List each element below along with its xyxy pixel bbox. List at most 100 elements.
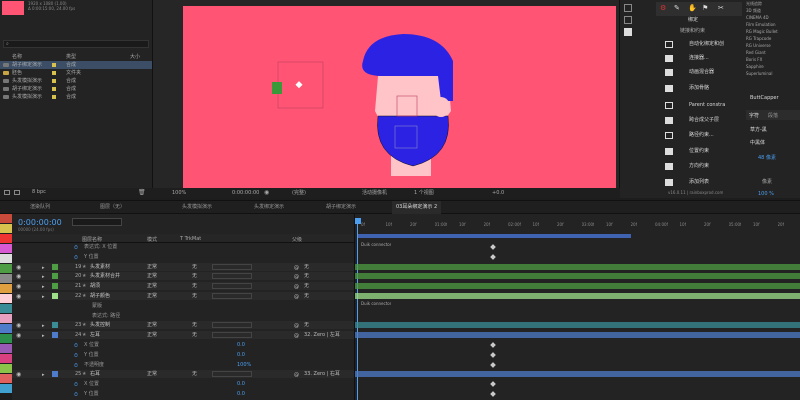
effect-item[interactable]: Superluminal [746, 70, 800, 77]
bone-icon[interactable]: ✎ [674, 4, 680, 12]
pickwhip-icon[interactable]: @ [294, 273, 299, 281]
pickwhip-icon[interactable]: @ [294, 371, 299, 379]
run-icon[interactable]: ⚑ [702, 4, 708, 12]
layer-row[interactable]: ◉ ▸ 21 ★ 胡须 正常 无 @ 无 [12, 282, 354, 291]
pickwhip-icon[interactable]: @ [294, 322, 299, 330]
switches[interactable] [212, 273, 252, 280]
label-swatch[interactable] [0, 294, 12, 303]
eye-icon[interactable]: ◉ [16, 293, 21, 301]
label-swatch[interactable] [0, 364, 12, 373]
label-swatch[interactable] [0, 254, 12, 263]
effect-item[interactable]: RG Magic Bullet [746, 28, 800, 35]
font-size-field[interactable]: 48 像素 [758, 154, 776, 161]
font-style-select[interactable]: 中黑体 [750, 139, 765, 146]
views-select[interactable]: 1 个视图 [414, 188, 434, 198]
label-swatch[interactable] [0, 274, 12, 283]
layer-name[interactable]: 右耳 [90, 370, 100, 378]
resolution-select[interactable]: (完整) [292, 188, 306, 198]
project-search-input[interactable]: ⌕ [3, 40, 149, 48]
layer-duration-bar[interactable] [355, 322, 800, 329]
sub-property-row[interactable]: 蒙版 [12, 302, 354, 310]
tab-render-queue[interactable]: 渲染队列 [30, 201, 50, 214]
layer-search-input[interactable] [72, 218, 122, 226]
timeline-graph[interactable]: 0f 10f 20f 01:00f 10f 20f 02:00f 10f 20f 03:00f 10… [354, 214, 800, 400]
layer-row[interactable]: ◉ ▸ 22 ★ 胡子颜色 正常 无 @ 无 [12, 292, 354, 300]
menu-auto-rig[interactable]: 自动化绑定和创 [665, 38, 745, 51]
tab-hair-rig[interactable]: 头发绑定演示 [254, 201, 284, 214]
expand-arrow-icon[interactable]: ▸ [42, 322, 45, 330]
switches[interactable] [212, 371, 252, 378]
scale-field[interactable]: 100 % [758, 191, 774, 197]
pickwhip-icon[interactable]: @ [294, 264, 299, 272]
stopwatch-icon[interactable]: ⏱ [74, 391, 78, 399]
project-item[interactable]: 胡子绑定演示 合成 [0, 85, 152, 93]
cut-icon[interactable]: ✂ [718, 4, 724, 12]
label-swatch[interactable] [0, 264, 12, 273]
stopwatch-icon[interactable]: ⏱ [74, 381, 78, 389]
tab-layer[interactable]: 图层（无） [100, 201, 125, 214]
effect-item[interactable]: RG Trapcode [746, 35, 800, 42]
viewer-timecode[interactable]: 0:00:00:00 [232, 188, 259, 198]
blend-mode-select[interactable]: 正常 [147, 282, 157, 290]
stopwatch-icon[interactable]: ⏱ [74, 254, 78, 262]
effect-item[interactable]: Red Giant [746, 49, 800, 56]
property-value[interactable]: 0.0 [237, 390, 245, 398]
exposure-offset[interactable]: +0.0 [492, 188, 504, 198]
eye-icon[interactable]: ◉ [16, 273, 21, 281]
column-parent[interactable]: 父级 [292, 236, 302, 243]
parent-select[interactable]: 无 [304, 263, 352, 271]
expand-arrow-icon[interactable]: ▸ [42, 273, 45, 281]
label-swatch[interactable] [52, 283, 58, 290]
tool-icon[interactable] [624, 4, 632, 12]
layer-row[interactable]: ◉ ▸ 24 ★ 左耳 正常 无 @32. Zero | 左耳 [12, 331, 354, 340]
property-row[interactable]: ⏱ Y 位置 [12, 253, 354, 261]
label-swatch[interactable] [52, 322, 58, 329]
menu-mixer[interactable]: 动画混合器 [665, 66, 745, 79]
hand-icon[interactable]: ✋ [688, 4, 697, 12]
label-swatch[interactable] [52, 293, 58, 299]
column-name[interactable]: 名称 [12, 53, 22, 60]
menu-position-constraint[interactable]: 位置约束 [665, 145, 745, 158]
layer-duration-bar[interactable] [355, 273, 800, 280]
trkmat-select[interactable]: 无 [192, 272, 197, 280]
tab-hair-sim[interactable]: 头发模拟演示 [182, 201, 212, 214]
label-swatch[interactable] [0, 384, 12, 393]
trkmat-select[interactable]: 无 [192, 331, 197, 339]
tracking-field[interactable]: 像素 [762, 178, 772, 185]
project-item[interactable]: 胡子绑定演示 合成 [0, 61, 152, 69]
expand-arrow-icon[interactable]: ▸ [42, 371, 45, 379]
stopwatch-icon[interactable]: ⏱ [74, 342, 78, 350]
project-item[interactable]: 头发模拟演示 合成 [0, 93, 152, 101]
camera-snapshot-icon[interactable]: ◉ [264, 188, 269, 198]
pickwhip-icon[interactable]: @ [294, 293, 299, 301]
layer-row[interactable]: ◉ ▸ 19 ★ 头发素材 正常 无 @ 无 [12, 262, 354, 272]
keyframe[interactable] [490, 253, 496, 260]
eye-icon[interactable]: ◉ [16, 371, 21, 379]
tab-character[interactable]: 字符 [749, 112, 759, 119]
switches[interactable] [212, 332, 252, 339]
label-swatch[interactable] [0, 354, 12, 363]
label-swatch[interactable] [52, 371, 58, 378]
menu-cross-comp-parent[interactable]: 跨合成父子层 [665, 114, 745, 127]
label-swatch[interactable] [0, 214, 12, 223]
keyframe[interactable] [490, 351, 496, 358]
layer-name[interactable]: 胡子颜色 [90, 292, 110, 300]
effect-item[interactable]: Film Emulation [746, 21, 800, 28]
property-row[interactable]: ⏱ 不透明度 100% [12, 361, 354, 369]
buttcapper-label[interactable]: ButtCapper [750, 95, 779, 101]
blend-mode-select[interactable]: 正常 [147, 321, 157, 329]
effect-item[interactable]: CINEMA 4D [746, 14, 800, 21]
work-area-bar[interactable] [357, 234, 631, 238]
layer-row[interactable]: ◉ ▸ 20 ★ 头发素材合并 正常 无 @ 无 [12, 272, 354, 281]
trkmat-select[interactable]: 无 [192, 370, 197, 378]
pickwhip-icon[interactable]: @ [294, 283, 299, 291]
label-swatch[interactable] [0, 234, 12, 243]
tab-ear-rig[interactable]: 03耳朵绑定演示 2 [392, 201, 442, 214]
zoom-select[interactable]: 100% [172, 188, 186, 198]
keyframe[interactable] [490, 244, 496, 250]
column-layer-name[interactable]: 图层名称 [82, 236, 102, 243]
layer-duration-bar[interactable] [355, 332, 800, 339]
project-item[interactable]: 头发模拟演示 合成 [0, 77, 152, 85]
layer-row[interactable]: ◉ ▸ 25 ★ 右耳 正常 无 @33. Zero | 右耳 [12, 370, 354, 379]
stopwatch-icon[interactable]: ⏱ [74, 244, 78, 252]
